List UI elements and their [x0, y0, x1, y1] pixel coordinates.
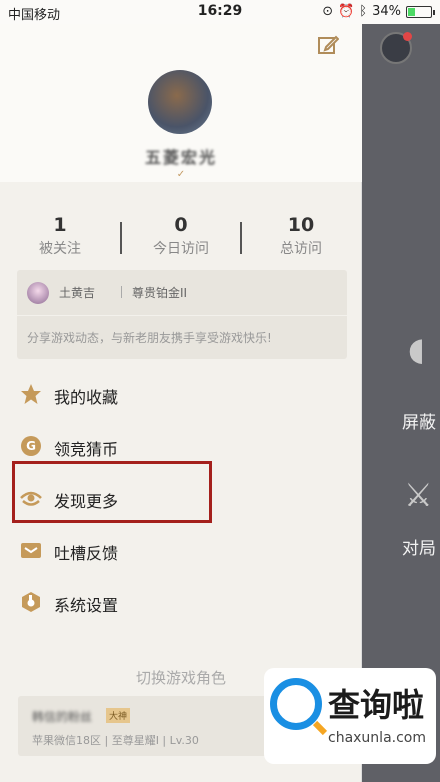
stat-label: 总访问: [280, 241, 322, 257]
edit-icon: [318, 35, 340, 54]
stat-today-visits[interactable]: 0 今日访问: [121, 214, 241, 258]
status-right: ⊙ ⏰ ᛒ 34%: [322, 4, 435, 19]
search-logo-icon: [270, 678, 322, 730]
role-name: 韩信的粉丝: [32, 710, 93, 724]
watermark: 查询啦 chaxunla.com: [264, 668, 436, 764]
stat-total-visits[interactable]: 10 总访问: [241, 214, 361, 258]
menu-label: 领竞猜币: [54, 440, 119, 459]
feedback-icon: [21, 543, 41, 558]
stat-label: 今日访问: [153, 241, 209, 257]
menu-label: 我的收藏: [54, 388, 119, 407]
background-label-2: 对局: [402, 539, 436, 559]
notification-dot: [403, 32, 412, 41]
background-label-1: 屏蔽: [402, 413, 436, 433]
shield-icon: ◖: [408, 330, 425, 368]
menu-label: 系统设置: [54, 596, 119, 615]
hero-name: 土黄吉: [59, 286, 96, 300]
status-bar: 中国移动 16:29 ⊙ ⏰ ᛒ 34%: [0, 0, 440, 24]
stat-value: 1: [53, 214, 67, 236]
avatar[interactable]: [148, 70, 212, 134]
stat-value: 10: [287, 214, 315, 236]
rank-label: 尊贵铂金II: [132, 286, 188, 300]
menu-label: 吐槽反馈: [54, 544, 119, 563]
highlight-box: [12, 461, 212, 523]
verified-badge: ✓: [176, 169, 186, 180]
svg-text:G: G: [26, 439, 36, 453]
watermark-url: chaxunla.com: [328, 730, 426, 746]
stat-value: 0: [174, 214, 188, 236]
watermark-title: 查询啦: [328, 686, 425, 724]
settings-icon: [22, 592, 40, 612]
edit-profile-button[interactable]: [317, 34, 341, 58]
star-icon: [21, 384, 41, 404]
divider: [121, 286, 122, 298]
share-card[interactable]: 土黄吉 尊贵铂金II 分享游戏动态，与新老朋友携手享受游戏快乐!: [17, 270, 347, 359]
battery-percent: 34%: [372, 4, 401, 19]
role-info: 苹果微信18区 | 至尊星耀I | Lv.30: [32, 734, 199, 747]
background-avatar: [380, 32, 412, 64]
menu-item-favorites[interactable]: 我的收藏: [0, 375, 362, 415]
battery-fill: [408, 7, 415, 16]
share-message: 分享游戏动态，与新老朋友携手享受游戏快乐!: [27, 331, 272, 345]
menu-item-settings[interactable]: 系统设置: [0, 583, 362, 623]
hero-avatar: [27, 282, 49, 304]
profile-header: 五菱宏光 ✓: [0, 24, 362, 182]
battery-icon: [406, 5, 435, 18]
stat-followers[interactable]: 1 被关注: [0, 214, 120, 258]
nickname: 五菱宏光: [144, 148, 217, 167]
stat-label: 被关注: [39, 241, 81, 257]
divider: [17, 315, 347, 316]
role-tag: 大神: [106, 708, 131, 723]
menu-item-feedback[interactable]: 吐槽反馈: [0, 531, 362, 571]
lock-rotation-icon: ⊙: [322, 4, 334, 19]
swords-icon: ⚔: [404, 476, 433, 514]
bluetooth-icon: ᛒ: [359, 4, 368, 19]
stats-row: 1 被关注 0 今日访问 10 总访问: [0, 214, 362, 274]
alarm-icon: ⏰: [338, 4, 355, 19]
coin-icon: G: [21, 436, 41, 456]
